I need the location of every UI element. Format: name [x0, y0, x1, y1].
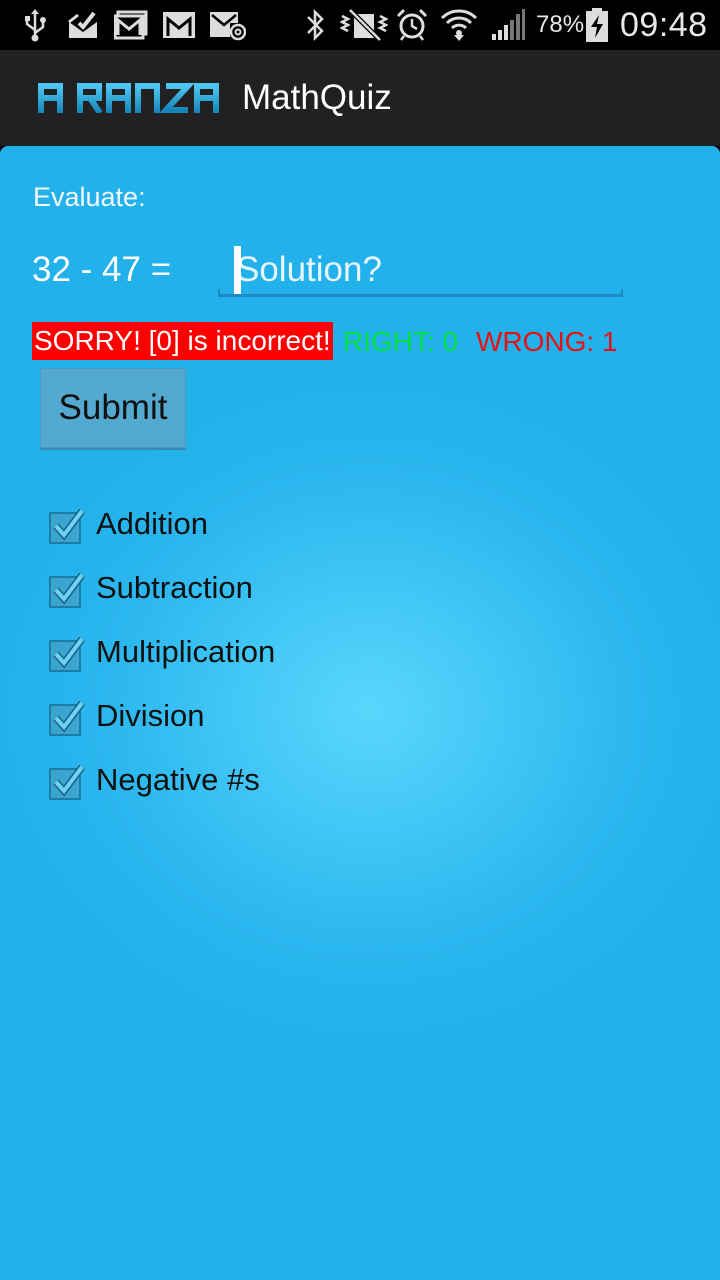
checkbox-negative-numbers[interactable]: Negative #s — [48, 760, 260, 800]
app-title: MathQuiz — [242, 78, 392, 117]
status-bar: 78% 09:48 — [0, 0, 720, 50]
feedback-message: SORRY! [0] is incorrect! — [32, 322, 333, 360]
checkbox-addition[interactable]: Addition — [48, 504, 208, 544]
email-at-icon — [208, 8, 246, 42]
checkbox-label: Addition — [96, 506, 209, 541]
checkbox-division[interactable]: Division — [48, 696, 205, 736]
checkbox-label: Subtraction — [96, 570, 253, 605]
airanza-logo — [38, 83, 236, 118]
wrong-count: WRONG: 1 — [476, 326, 618, 357]
clock: 09:48 — [620, 5, 708, 44]
checkbox-label: Division — [96, 698, 205, 733]
quiz-panel: Evaluate: 32 - 47 = Solution? SORRY! [0]… — [0, 146, 720, 1280]
checkbox-checked-icon[interactable] — [48, 635, 85, 672]
usb-icon — [20, 8, 50, 42]
wifi-icon — [440, 8, 478, 42]
evaluate-label: Evaluate: — [33, 182, 146, 212]
solution-underline — [218, 289, 623, 297]
checkbox-multiplication[interactable]: Multiplication — [48, 632, 275, 672]
checkbox-checked-icon[interactable] — [48, 571, 85, 608]
checkbox-subtraction[interactable]: Subtraction — [48, 568, 253, 608]
checkbox-checked-icon[interactable] — [48, 507, 85, 544]
bluetooth-icon — [302, 8, 330, 42]
vibrate-mute-icon — [340, 8, 388, 42]
solution-placeholder: Solution? — [236, 250, 382, 289]
action-bar: MathQuiz — [0, 50, 720, 146]
equation: 32 - 47 = — [32, 250, 172, 289]
gmail-icon — [162, 8, 196, 42]
task-check-icon — [66, 8, 100, 42]
battery-charging-icon — [585, 8, 609, 42]
signal-icon — [490, 8, 526, 42]
checkbox-label: Negative #s — [96, 762, 260, 797]
checkbox-checked-icon[interactable] — [48, 699, 85, 736]
text-cursor — [234, 246, 241, 294]
right-count: RIGHT: 0 — [343, 326, 459, 357]
gallery-mail-icon — [114, 8, 148, 42]
battery-percent: 78% — [536, 11, 585, 38]
checkbox-label: Multiplication — [96, 634, 276, 669]
checkbox-checked-icon[interactable] — [48, 763, 85, 800]
submit-button[interactable]: Submit — [40, 368, 186, 448]
alarm-icon — [395, 8, 429, 42]
